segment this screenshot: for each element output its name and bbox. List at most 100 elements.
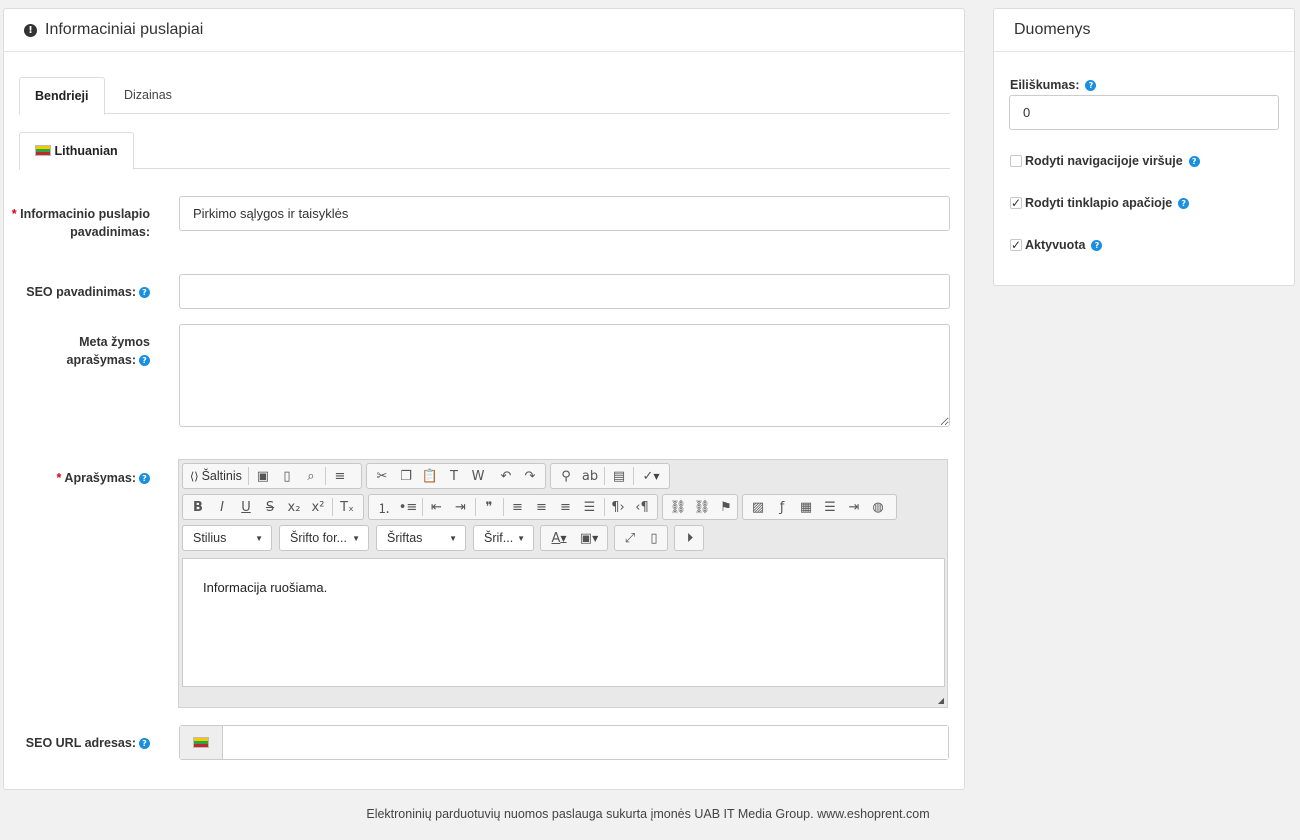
seo-title-label: SEO pavadinimas:? [4,283,150,301]
bg-color-icon[interactable]: ▣ ▼ [574,527,604,549]
underline-icon[interactable]: U [234,496,258,518]
nav-top-checkbox-row: Rodyti navigacijoje viršuje? [1010,154,1200,168]
chevron-down-icon: ▼ [517,533,525,543]
description-label: * Aprašymas:? [4,469,150,487]
footer-checkbox-row: ✓ Rodyti tinklapio apačioje? [1010,196,1190,210]
link-icon[interactable]: ⛓ [666,496,690,518]
superscript-icon[interactable]: x² [306,496,330,518]
help-icon[interactable]: ? [139,738,150,749]
nav-top-checkbox[interactable] [1010,155,1022,167]
undo-icon[interactable]: ↶ [494,465,518,487]
priority-input[interactable] [1009,95,1279,130]
toolbar-paragraph-group: ⒈ •≡ ⇤ ⇥ ❞ ≡ ≡ ≡ ☰ ¶› ‹¶ [368,494,658,520]
footer-text: Elektroninių parduotuvių nuomos paslauga… [366,807,930,821]
strikethrough-icon[interactable]: S [258,496,282,518]
side-panel-title: Duomenys [1014,21,1091,38]
rich-text-editor: ⟨⟩ Šaltinis ▣ ▯ ⌕ ≡ ✂ ❐ 📋 T W ↶ ↷ ⚲ ab ▤ … [178,459,948,708]
priority-label: Eiliškumas:? [1010,78,1097,92]
new-page-icon[interactable]: ▯ [275,465,299,487]
meta-description-textarea[interactable] [179,324,950,427]
italic-icon[interactable]: I [210,496,234,518]
paste-word-icon[interactable]: W [466,465,490,487]
side-panel-heading: Duomenys [994,9,1294,52]
page-name-input[interactable] [179,196,950,231]
select-all-icon[interactable]: ▤ [607,465,631,487]
paste-icon[interactable]: 📋 [418,465,442,487]
seo-url-label: SEO URL adresas:? [4,734,150,752]
exclamation-icon: ! [24,23,37,37]
help-icon[interactable]: ? [139,287,150,298]
numbered-list-icon[interactable]: ⒈ [372,496,396,518]
page-footer: Elektroninių parduotuvių nuomos paslauga… [0,807,1298,821]
editor-content-text: Informacija ruošiama. [203,580,328,595]
help-icon[interactable]: ? [139,473,150,484]
font-combo[interactable]: Šriftas ▼ [376,525,466,551]
copy-icon[interactable]: ❐ [394,465,418,487]
text-color-icon[interactable]: A ▼ [544,527,574,549]
page-break-icon[interactable]: ⇥ [842,496,866,518]
align-right-icon[interactable]: ≡ [554,496,578,518]
toolbar-document-group: ⟨⟩ Šaltinis ▣ ▯ ⌕ ≡ [182,463,362,489]
subscript-icon[interactable]: x₂ [282,496,306,518]
resize-handle-icon[interactable]: ◢ [938,696,944,705]
toolbar-colors-group: A ▼ ▣ ▼ [540,525,608,551]
justify-icon[interactable]: ☰ [578,496,602,518]
language-tab-label: Lithuanian [54,144,118,158]
anchor-flag-icon[interactable]: ⚑ [714,496,738,518]
chevron-down-icon: ▼ [352,533,360,543]
outdent-icon[interactable]: ⇤ [425,496,449,518]
toolbar-basic-styles-group: B I U S x₂ x² Tₓ [182,494,364,520]
seo-url-addon [180,726,223,759]
help-icon[interactable]: ? [1188,155,1200,167]
panel-heading: ! Informaciniai puslapiai [4,9,964,52]
spellcheck-icon[interactable]: ✓ ▼ [636,465,666,487]
font-size-combo[interactable]: Šrif... ▼ [473,525,534,551]
seo-url-input[interactable] [223,726,948,759]
remove-format-icon[interactable]: Tₓ [335,496,359,518]
templates-icon[interactable]: ≡ [328,465,352,487]
lithuania-flag-icon [193,737,209,748]
save-icon[interactable]: ▣ [251,465,275,487]
seo-url-group [179,725,949,760]
image-icon[interactable]: ▨ [746,496,770,518]
align-left-icon[interactable]: ≡ [506,496,530,518]
cut-icon[interactable]: ✂ [370,465,394,487]
editor-content-area[interactable]: Informacija ruošiama. [182,558,945,687]
tab-bendrieji[interactable]: Bendrieji [19,77,105,115]
replace-icon[interactable]: ab [578,465,602,487]
footer-checkbox[interactable]: ✓ [1010,197,1022,209]
page-name-label: * Informacinio puslapio pavadinimas: [11,207,150,239]
paste-text-icon[interactable]: T [442,465,466,487]
style-combo[interactable]: Stilius ▼ [182,525,272,551]
indent-icon[interactable]: ⇥ [449,496,473,518]
active-checkbox[interactable]: ✓ [1010,239,1022,251]
help-icon[interactable]: ? [1178,197,1190,209]
bold-icon[interactable]: B [186,496,210,518]
ltr-icon[interactable]: ¶› [606,496,630,518]
unlink-icon[interactable]: ⛓ [690,496,714,518]
help-icon[interactable]: ? [1091,239,1103,251]
help-icon[interactable]: ? [139,355,150,366]
tab-dizainas[interactable]: Dizainas [109,77,187,115]
show-blocks-icon[interactable]: ▯ [642,527,666,549]
blockquote-icon[interactable]: ❞ [477,496,501,518]
tab-lithuanian[interactable]: Lithuanian [19,132,134,170]
rtl-icon[interactable]: ‹¶ [630,496,654,518]
align-center-icon[interactable]: ≡ [530,496,554,518]
bulleted-list-icon[interactable]: •≡ [396,496,420,518]
required-mark: * [11,207,17,221]
flash-icon[interactable]: ƒ [770,496,794,518]
find-icon[interactable]: ⚲ [554,465,578,487]
maximize-icon[interactable]: ⤢ [618,527,642,549]
source-button[interactable]: ⟨⟩ Šaltinis [186,465,246,487]
preview-icon[interactable]: ⌕ [299,465,323,487]
iframe-globe-icon[interactable]: ◍ [866,496,890,518]
panel-title: Informaciniai puslapiai [45,21,204,38]
help-icon[interactable]: ? [1085,80,1097,91]
format-combo[interactable]: Šrifto for... ▼ [279,525,369,551]
table-icon[interactable]: ▦ [794,496,818,518]
horizontal-line-icon[interactable]: ☰ [818,496,842,518]
redo-icon[interactable]: ↷ [518,465,542,487]
play-icon[interactable]: ⏵ [678,527,702,549]
seo-title-input[interactable] [179,274,950,309]
